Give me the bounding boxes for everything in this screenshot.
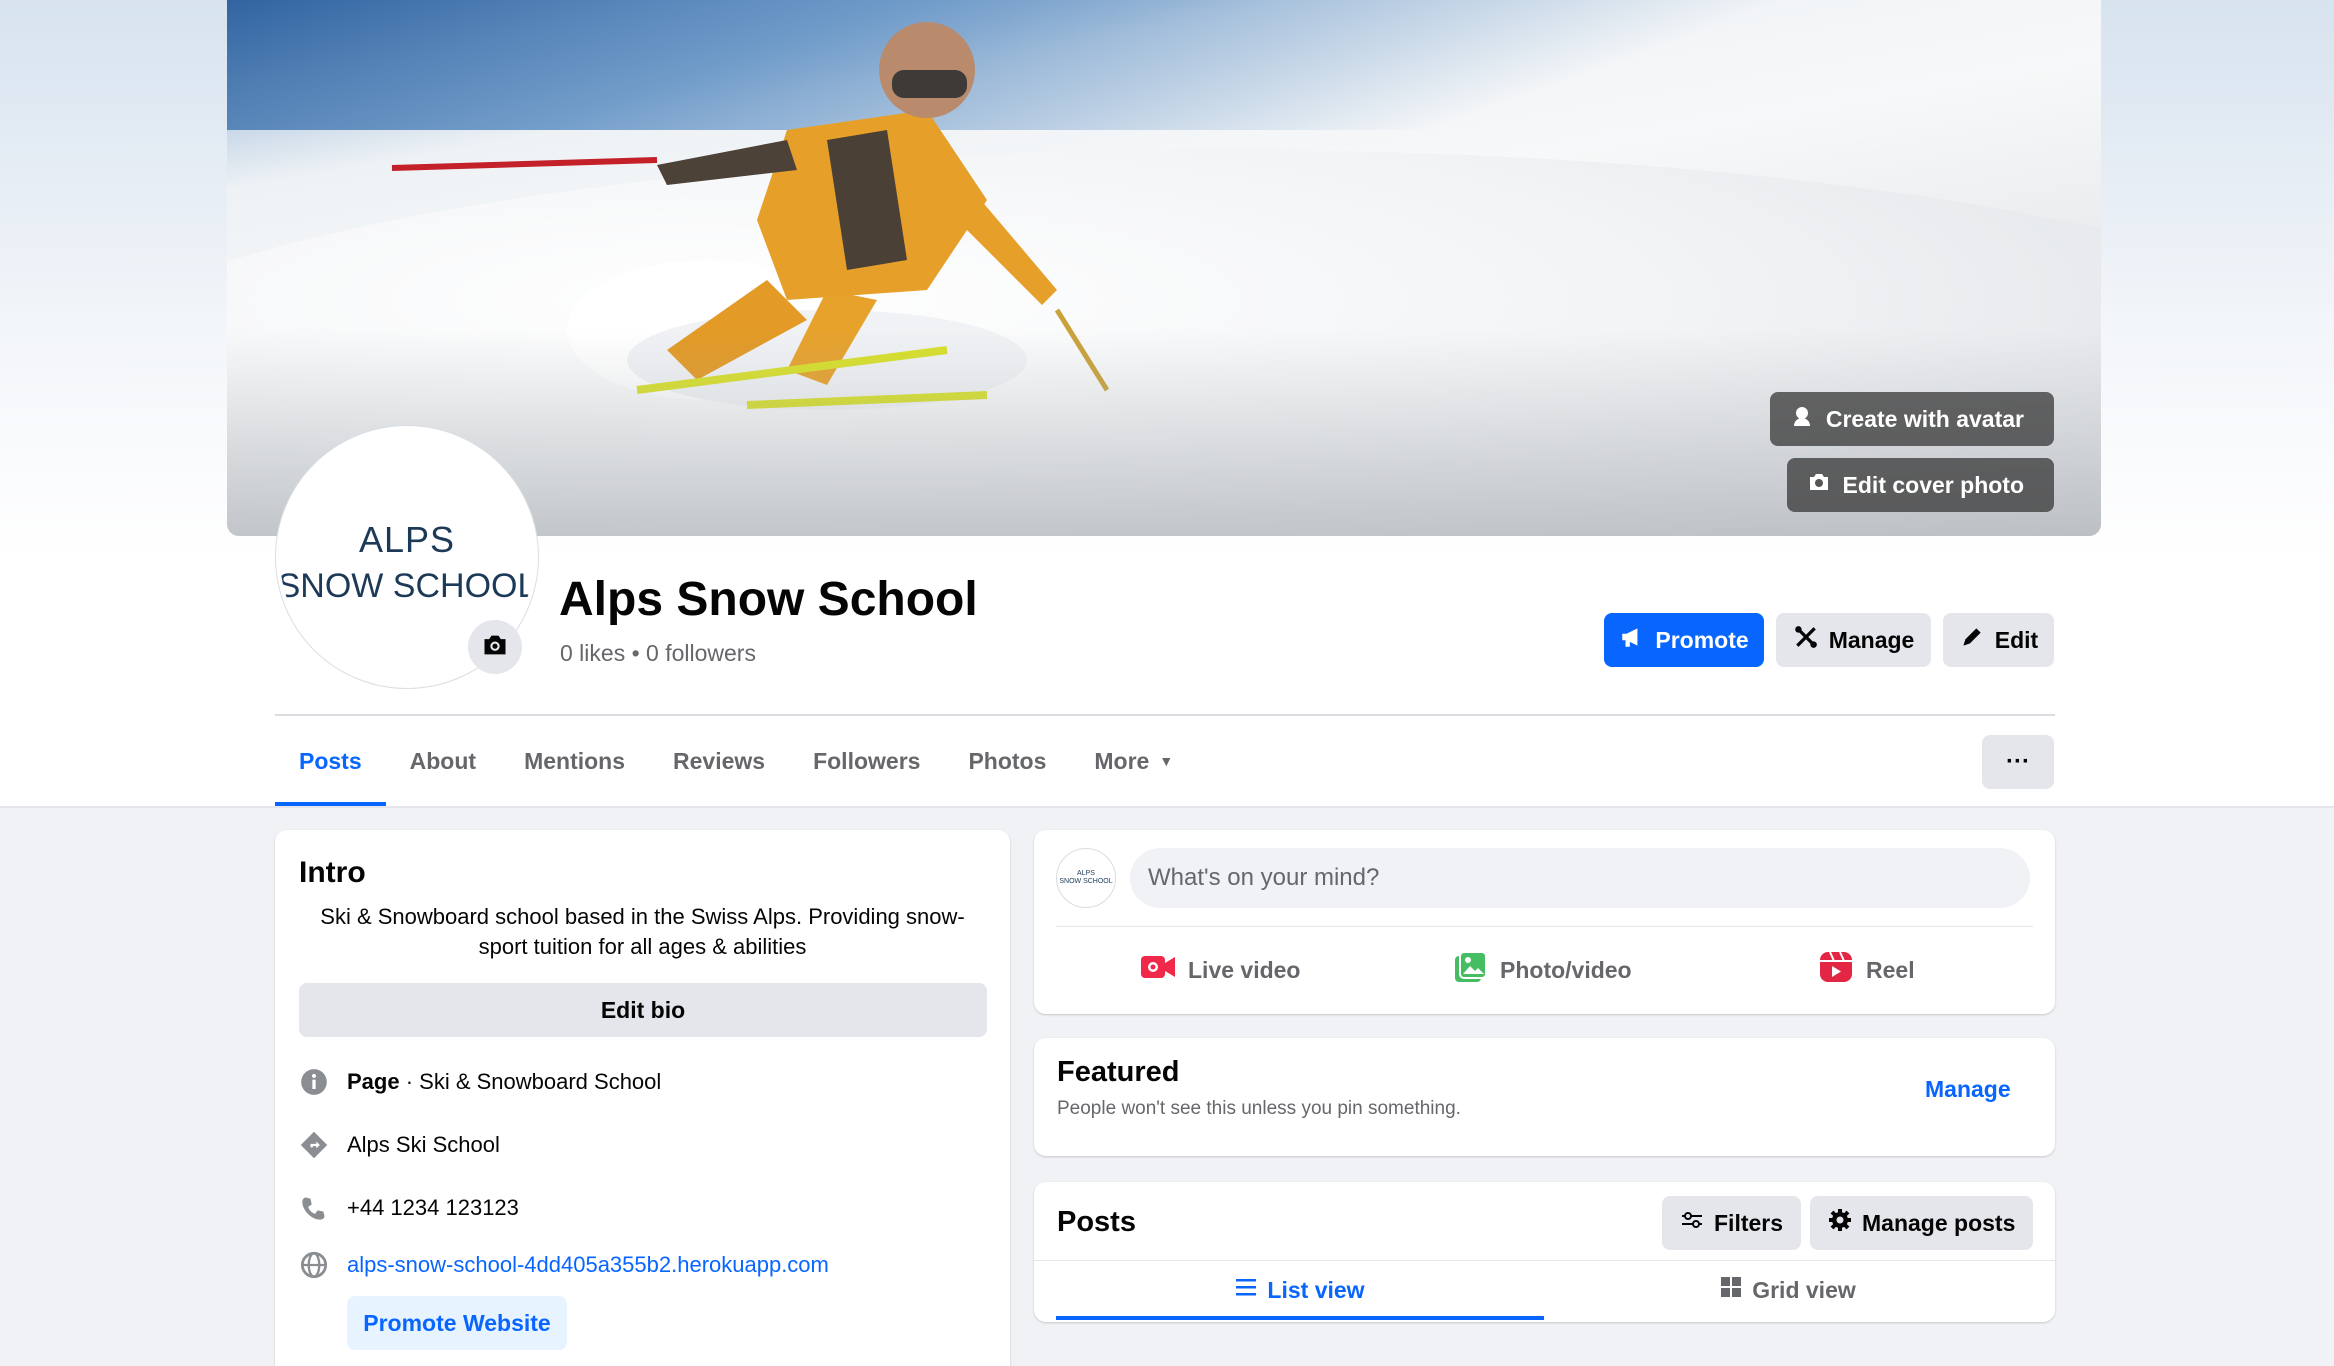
promote-button[interactable]: Promote: [1604, 613, 1764, 667]
posts-title: Posts: [1057, 1206, 1136, 1238]
megaphone-icon: [1619, 624, 1645, 656]
featured-card: Featured People won't see this unless yo…: [1034, 1038, 2055, 1156]
photo-video-button[interactable]: Photo/video: [1452, 942, 1632, 998]
tab-followers[interactable]: Followers: [789, 716, 944, 806]
avatar-text-line2: SNOW SCHOOL: [1059, 878, 1113, 885]
filters-button[interactable]: Filters: [1662, 1196, 1802, 1250]
tab-label: Followers: [813, 747, 921, 774]
featured-subtitle: People won't see this unless you pin som…: [1057, 1098, 1461, 1119]
sliders-icon: [1680, 1208, 1704, 1238]
category-prefix: Page: [347, 1069, 400, 1094]
create-with-avatar-button[interactable]: Create with avatar: [1769, 392, 2054, 446]
posts-card: Posts Filters Manage posts List view Gri…: [1034, 1182, 2055, 1322]
address-text: Alps Ski School: [347, 1132, 500, 1157]
grid-view-tab[interactable]: Grid view: [1544, 1262, 2032, 1318]
posts-divider: [1034, 1260, 2055, 1261]
edit-button[interactable]: Edit: [1943, 613, 2054, 667]
create-with-avatar-label: Create with avatar: [1825, 405, 2024, 432]
reel-icon: [1818, 950, 1854, 990]
edit-cover-photo-button[interactable]: Edit cover photo: [1786, 458, 2054, 512]
avatar[interactable]: ALPS SNOW SCHOOL: [1056, 848, 1116, 908]
tab-label: Mentions: [524, 747, 626, 774]
promote-website-button[interactable]: Promote Website: [347, 1296, 567, 1350]
edit-bio-button[interactable]: Edit bio: [299, 983, 987, 1037]
intro-title: Intro: [299, 856, 366, 889]
avatar-text-line1: ALPS: [1077, 870, 1095, 877]
logo-text-line2: SNOW SCHOOL: [277, 566, 537, 605]
manage-label: Manage: [1828, 626, 1915, 653]
grid-icon: [1720, 1276, 1742, 1304]
tab-reviews[interactable]: Reviews: [649, 716, 789, 806]
manage-posts-label: Manage posts: [1862, 1209, 2016, 1236]
promote-label: Promote: [1655, 626, 1749, 653]
gear-icon: [1828, 1208, 1852, 1238]
live-video-icon: [1140, 950, 1176, 990]
tab-more[interactable]: More ▼: [1070, 716, 1197, 806]
featured-title: Featured: [1057, 1056, 1180, 1088]
featured-manage-link[interactable]: Manage: [1925, 1076, 2011, 1103]
reel-button[interactable]: Reel: [1818, 942, 1915, 998]
header-divider: [0, 806, 2334, 808]
info-phone: +44 1234 123123: [299, 1193, 519, 1223]
camera-icon: [481, 631, 509, 664]
directions-icon: [299, 1130, 329, 1160]
cover-photo[interactable]: Create with avatar Edit cover photo: [227, 0, 2101, 536]
intro-bio: Ski & Snowboard school based in the Swis…: [320, 904, 965, 959]
avatar-icon: [1790, 404, 1814, 434]
tab-photos[interactable]: Photos: [944, 716, 1070, 806]
info-address: Alps Ski School: [299, 1130, 500, 1160]
filters-label: Filters: [1714, 1209, 1784, 1236]
tab-posts[interactable]: Posts: [275, 716, 386, 806]
update-profile-picture-button[interactable]: [468, 620, 522, 674]
list-icon: [1235, 1276, 1257, 1304]
caret-down-icon: ▼: [1159, 753, 1174, 769]
pencil-icon: [1959, 624, 1985, 656]
composer-divider: [1056, 926, 2033, 927]
tab-about[interactable]: About: [386, 716, 500, 806]
website-link[interactable]: alps-snow-school-4dd405a355b2.herokuapp.…: [347, 1252, 829, 1278]
grid-view-label: Grid view: [1752, 1276, 1856, 1303]
live-video-button[interactable]: Live video: [1140, 942, 1300, 998]
info-icon: [299, 1067, 329, 1097]
tools-icon: [1793, 624, 1819, 656]
category-text: · Ski & Snowboard School: [399, 1069, 662, 1094]
info-category: Page · Ski & Snowboard School: [299, 1067, 661, 1097]
list-view-tab[interactable]: List view: [1056, 1262, 1544, 1320]
live-video-label: Live video: [1188, 956, 1301, 983]
tab-mentions[interactable]: Mentions: [500, 716, 649, 806]
tab-label: Photos: [968, 747, 1047, 774]
page-tabs: Posts About Mentions Reviews Followers P…: [275, 716, 1197, 806]
manage-posts-button[interactable]: Manage posts: [1810, 1196, 2034, 1250]
edit-cover-photo-label: Edit cover photo: [1842, 471, 2024, 498]
whats-on-your-mind-input[interactable]: What's on your mind?: [1130, 848, 2030, 908]
list-view-label: List view: [1267, 1276, 1365, 1303]
page-stats: 0 likes • 0 followers: [560, 640, 756, 666]
phone-icon: [299, 1193, 329, 1223]
tab-label: More: [1094, 747, 1150, 774]
more-options-button[interactable]: ···: [1982, 735, 2054, 789]
post-composer: ALPS SNOW SCHOOL What's on your mind? Li…: [1034, 830, 2055, 1014]
tab-label: Reviews: [673, 747, 766, 774]
reel-label: Reel: [1866, 956, 1915, 983]
photo-video-label: Photo/video: [1500, 956, 1632, 983]
edit-label: Edit: [1994, 626, 2039, 653]
tab-label: About: [409, 747, 477, 774]
phone-text: +44 1234 123123: [347, 1195, 519, 1220]
info-website: alps-snow-school-4dd405a355b2.herokuapp.…: [299, 1250, 829, 1280]
page-title: Alps Snow School: [559, 573, 978, 626]
intro-card: Intro Ski & Snowboard school based in th…: [275, 830, 1010, 1366]
logo-text-line1: ALPS: [358, 518, 456, 560]
globe-icon: [299, 1250, 329, 1280]
tab-label: Posts: [299, 747, 362, 774]
camera-icon: [1807, 470, 1831, 500]
photo-icon: [1452, 950, 1488, 990]
manage-button[interactable]: Manage: [1776, 613, 1931, 667]
